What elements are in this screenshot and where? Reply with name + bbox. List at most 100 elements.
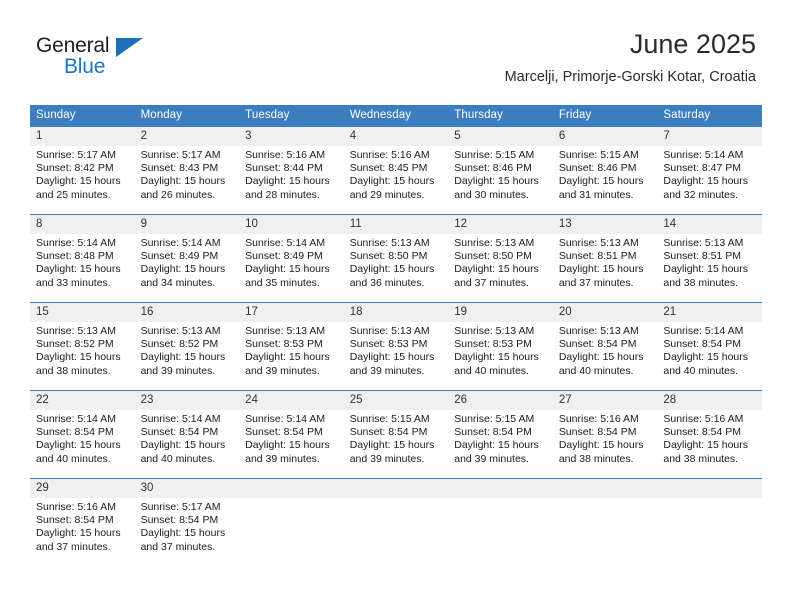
calendar-day-cell[interactable]: 14 Sunrise: 5:13 AM Sunset: 8:51 PM Dayl…: [657, 214, 762, 303]
day-number: 17: [239, 303, 344, 322]
calendar-day-cell[interactable]: 13 Sunrise: 5:13 AM Sunset: 8:51 PM Dayl…: [552, 214, 658, 303]
day-details: Sunrise: 5:14 AM Sunset: 8:49 PM Dayligh…: [239, 234, 344, 290]
day-number: 10: [239, 215, 344, 234]
day-details: Sunrise: 5:13 AM Sunset: 8:50 PM Dayligh…: [344, 234, 449, 290]
calendar-day-cell[interactable]: 7 Sunrise: 5:14 AM Sunset: 8:47 PM Dayli…: [657, 126, 762, 215]
calendar-day-cell[interactable]: 11 Sunrise: 5:13 AM Sunset: 8:50 PM Dayl…: [343, 214, 449, 303]
daylight-text-line2: and 26 minutes.: [140, 188, 216, 201]
calendar-day-cell[interactable]: 15 Sunrise: 5:13 AM Sunset: 8:52 PM Dayl…: [30, 302, 135, 391]
daylight-text-line2: and 28 minutes.: [245, 188, 320, 201]
sunrise-text: Sunrise: 5:13 AM: [349, 325, 430, 337]
sunrise-text: Sunrise: 5:13 AM: [454, 237, 535, 249]
daylight-text-line1: Daylight: 15 hours: [140, 527, 226, 540]
sunrise-text: Sunrise: 5:15 AM: [349, 413, 430, 425]
day-details: Sunrise: 5:14 AM Sunset: 8:54 PM Dayligh…: [135, 410, 240, 466]
weekday-header-monday: Monday: [134, 105, 240, 127]
calendar-day-cell[interactable]: 8 Sunrise: 5:14 AM Sunset: 8:48 PM Dayli…: [30, 214, 135, 303]
calendar-day-cell[interactable]: 6 Sunrise: 5:15 AM Sunset: 8:46 PM Dayli…: [552, 126, 658, 215]
daylight-text-line1: Daylight: 15 hours: [140, 175, 226, 188]
daylight-text-line1: Daylight: 15 hours: [558, 175, 644, 188]
calendar-day-cell[interactable]: 27 Sunrise: 5:16 AM Sunset: 8:54 PM Dayl…: [552, 390, 658, 479]
day-details: Sunrise: 5:14 AM Sunset: 8:47 PM Dayligh…: [657, 146, 762, 202]
day-number: 22: [30, 391, 135, 410]
calendar-day-cell[interactable]: 10 Sunrise: 5:14 AM Sunset: 8:49 PM Dayl…: [239, 214, 344, 303]
generalblue-logo[interactable]: General Blue: [36, 34, 176, 84]
sunset-text: Sunset: 8:52 PM: [36, 338, 114, 351]
sunrise-text: Sunrise: 5:13 AM: [663, 237, 744, 249]
calendar-header-row: Sunday Monday Tuesday Wednesday Thursday…: [30, 105, 762, 127]
calendar-day-cell[interactable]: 28 Sunrise: 5:16 AM Sunset: 8:54 PM Dayl…: [657, 390, 762, 479]
calendar-day-cell[interactable]: 21 Sunrise: 5:14 AM Sunset: 8:54 PM Dayl…: [657, 302, 762, 391]
sunset-text: Sunset: 8:48 PM: [36, 250, 114, 263]
sunset-text: Sunset: 8:51 PM: [558, 250, 637, 263]
day-number: 11: [343, 215, 449, 234]
calendar-day-cell[interactable]: 2 Sunrise: 5:17 AM Sunset: 8:43 PM Dayli…: [134, 126, 240, 215]
daylight-text-line2: and 37 minutes.: [454, 276, 529, 289]
sunset-text: Sunset: 8:54 PM: [663, 426, 742, 439]
daylight-text-line2: and 37 minutes.: [558, 276, 634, 289]
sunrise-text: Sunrise: 5:13 AM: [454, 325, 535, 337]
sunset-text: Sunset: 8:50 PM: [454, 250, 532, 263]
sunset-text: Sunset: 8:42 PM: [36, 162, 114, 175]
calendar-day-cell[interactable]: 20 Sunrise: 5:13 AM Sunset: 8:54 PM Dayl…: [552, 302, 658, 391]
calendar-day-cell[interactable]: 4 Sunrise: 5:16 AM Sunset: 8:45 PM Dayli…: [343, 126, 449, 215]
daylight-text-line2: and 34 minutes.: [140, 276, 216, 289]
daylight-text-line1: Daylight: 15 hours: [454, 263, 539, 276]
sunrise-text: Sunrise: 5:17 AM: [36, 149, 116, 161]
calendar-day-cell[interactable]: 1 Sunrise: 5:17 AM Sunset: 8:42 PM Dayli…: [30, 126, 135, 215]
daylight-text-line1: Daylight: 15 hours: [245, 439, 330, 452]
calendar-day-cell[interactable]: 18 Sunrise: 5:13 AM Sunset: 8:53 PM Dayl…: [343, 302, 449, 391]
daylight-text-line1: Daylight: 15 hours: [454, 175, 539, 188]
day-details: [448, 498, 553, 501]
day-details: Sunrise: 5:14 AM Sunset: 8:48 PM Dayligh…: [30, 234, 135, 290]
calendar-day-cell[interactable]: 12 Sunrise: 5:13 AM Sunset: 8:50 PM Dayl…: [448, 214, 553, 303]
calendar-day-cell[interactable]: 30 Sunrise: 5:17 AM Sunset: 8:54 PM Dayl…: [134, 478, 240, 571]
day-details: Sunrise: 5:13 AM Sunset: 8:51 PM Dayligh…: [657, 234, 762, 290]
sunset-text: Sunset: 8:45 PM: [349, 162, 428, 175]
daylight-text-line2: and 31 minutes.: [558, 188, 634, 201]
daylight-text-line2: and 39 minutes.: [140, 364, 216, 377]
calendar-day-cell[interactable]: 22 Sunrise: 5:14 AM Sunset: 8:54 PM Dayl…: [30, 390, 135, 479]
day-details: [344, 498, 449, 501]
day-number: 6: [552, 127, 658, 146]
day-details: Sunrise: 5:15 AM Sunset: 8:54 PM Dayligh…: [344, 410, 449, 466]
day-number: [343, 479, 449, 498]
calendar-day-cell[interactable]: 19 Sunrise: 5:13 AM Sunset: 8:53 PM Dayl…: [448, 302, 553, 391]
calendar-day-cell[interactable]: 26 Sunrise: 5:15 AM Sunset: 8:54 PM Dayl…: [448, 390, 553, 479]
day-number: 23: [134, 391, 240, 410]
calendar-day-cell[interactable]: 23 Sunrise: 5:14 AM Sunset: 8:54 PM Dayl…: [134, 390, 240, 479]
calendar-day-cell[interactable]: 3 Sunrise: 5:16 AM Sunset: 8:44 PM Dayli…: [239, 126, 344, 215]
calendar-day-cell[interactable]: 17 Sunrise: 5:13 AM Sunset: 8:53 PM Dayl…: [239, 302, 344, 391]
daylight-text-line1: Daylight: 15 hours: [36, 351, 121, 364]
weekday-header-tuesday: Tuesday: [239, 105, 344, 127]
calendar-day-cell[interactable]: 25 Sunrise: 5:15 AM Sunset: 8:54 PM Dayl…: [343, 390, 449, 479]
calendar-day-cell[interactable]: 24 Sunrise: 5:14 AM Sunset: 8:54 PM Dayl…: [239, 390, 344, 479]
calendar-week-row: 29 Sunrise: 5:16 AM Sunset: 8:54 PM Dayl…: [30, 478, 762, 571]
day-number: 27: [552, 391, 658, 410]
weekday-header-friday: Friday: [552, 105, 658, 127]
day-details: Sunrise: 5:13 AM Sunset: 8:50 PM Dayligh…: [448, 234, 553, 290]
sunset-text: Sunset: 8:54 PM: [140, 514, 219, 527]
sunrise-text: Sunrise: 5:15 AM: [454, 149, 535, 161]
calendar-day-cell[interactable]: 16 Sunrise: 5:13 AM Sunset: 8:52 PM Dayl…: [134, 302, 240, 391]
day-number: [657, 479, 762, 498]
title-block: June 2025 Marcelji, Primorje-Gorski Kota…: [505, 28, 756, 86]
calendar-day-cell[interactable]: 29 Sunrise: 5:16 AM Sunset: 8:54 PM Dayl…: [30, 478, 135, 571]
weekday-header-sunday: Sunday: [30, 105, 135, 127]
daylight-text-line1: Daylight: 15 hours: [36, 527, 121, 540]
day-details: Sunrise: 5:16 AM Sunset: 8:44 PM Dayligh…: [239, 146, 344, 202]
brand-name-blue: Blue: [64, 55, 106, 78]
day-number: [239, 479, 344, 498]
daylight-text-line2: and 29 minutes.: [349, 188, 425, 201]
daylight-text-line1: Daylight: 15 hours: [558, 439, 644, 452]
sunrise-text: Sunrise: 5:13 AM: [245, 325, 326, 337]
day-details: [657, 498, 762, 501]
calendar-day-cell-empty: [239, 478, 344, 571]
calendar-day-cell[interactable]: 5 Sunrise: 5:15 AM Sunset: 8:46 PM Dayli…: [448, 126, 553, 215]
calendar-day-cell[interactable]: 9 Sunrise: 5:14 AM Sunset: 8:49 PM Dayli…: [134, 214, 240, 303]
calendar-week-row: 1 Sunrise: 5:17 AM Sunset: 8:42 PM Dayli…: [30, 126, 762, 215]
day-number: [448, 479, 553, 498]
sunset-text: Sunset: 8:54 PM: [663, 338, 742, 351]
day-number: 5: [448, 127, 553, 146]
sunrise-text: Sunrise: 5:13 AM: [140, 325, 221, 337]
